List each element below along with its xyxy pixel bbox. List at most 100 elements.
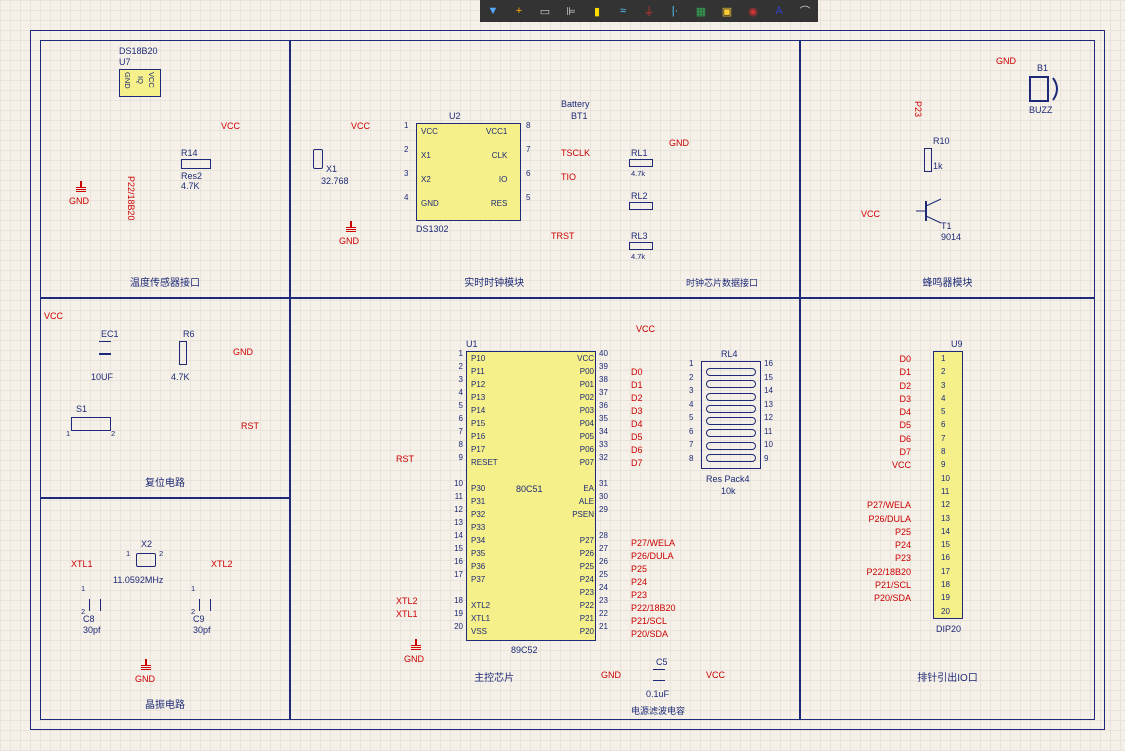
xtl1-net: XTL1 — [396, 609, 418, 619]
pin-res: RES — [486, 199, 507, 223]
r6-val: 4.7K — [171, 372, 190, 382]
c5-val: 0.1uF — [646, 689, 669, 699]
pin-x1: X1 — [421, 151, 439, 175]
rl3-val: 4.7k — [631, 252, 645, 261]
pin-iq: IQ — [136, 76, 145, 84]
rect-icon[interactable]: ▭ — [536, 2, 554, 20]
c8-pin2: 2 — [81, 607, 85, 616]
pn-1: 1 — [404, 121, 408, 145]
crosshair-icon[interactable]: + — [510, 2, 528, 20]
c8-cap — [89, 599, 101, 611]
ds1302-label: DS1302 — [416, 224, 449, 234]
gnd-symbol — [76, 181, 86, 193]
c9-pin1: 1 — [191, 584, 195, 593]
gnd-mcu-label: GND — [404, 654, 424, 664]
comp-label: DS18B20 — [119, 46, 158, 56]
rtc-pn-right: 8 7 6 5 — [526, 121, 530, 217]
mcu-pn-left: 1234567891011121314151617181920 — [451, 349, 463, 635]
gnd-mcu — [411, 639, 421, 651]
wave-icon[interactable]: ≈ — [614, 2, 632, 20]
schematic-canvas: DS18B20 U7 GND IQ VCC GND VCC R14 Res2 4… — [0, 0, 1125, 751]
rl1-ref: RL1 — [631, 148, 648, 158]
pin-vcc: VCC — [147, 72, 156, 88]
buzzer-symbol — [1029, 76, 1049, 102]
arc-icon[interactable]: ⌒ — [796, 2, 814, 20]
header-type: DIP20 — [936, 624, 961, 634]
pin-gnd: GND — [421, 199, 439, 223]
mcu-module: U1 80C51 89C52 P10P11P12P13P14P15P16P17R… — [290, 298, 800, 720]
r10-val: 1k — [933, 161, 943, 171]
toolbar: ▼ + ▭ ⊫ ▮ ≈ ⏚ |· ▦ ▣ ◉ A ⌒ — [480, 0, 818, 22]
vcc-filt: VCC — [706, 670, 725, 680]
ref-label: U7 — [119, 57, 131, 67]
vcc-label: VCC — [221, 121, 240, 131]
rl2-res — [629, 202, 653, 210]
chip-icon[interactable]: ▮ — [588, 2, 606, 20]
data-title: 时钟芯片数据接口 — [686, 276, 758, 289]
t1-type: 9014 — [941, 232, 961, 242]
xtl1-net: XTL1 — [71, 559, 93, 569]
pn-7: 7 — [526, 145, 530, 169]
mcu-nets-d: D0D1D2D3D4D5D6D7 — [631, 354, 643, 471]
pin-vcc1: VCC1 — [486, 127, 507, 151]
rtc-title: 实时时钟模块 — [464, 274, 524, 289]
header-pins: 1234567891011121314151617181920 — [941, 354, 950, 620]
net-p23: P23 — [913, 101, 923, 117]
c8-pin1: 1 — [81, 584, 85, 593]
xtal-pin2: 2 — [159, 549, 163, 558]
r14-type: Res2 — [181, 171, 202, 181]
header-module: U9 D0D1D2D3D4D5D6D7VCCP27/WELAP26/DULAP2… — [800, 298, 1095, 720]
xtl2-net: XTL2 — [211, 559, 233, 569]
vcc-rtc: VCC — [351, 121, 370, 131]
mcu-title: 主控芯片 — [474, 669, 514, 684]
letter-a-icon[interactable]: A — [770, 2, 788, 20]
c9-val: 30pf — [193, 625, 211, 635]
rl1-val: 4.7k — [631, 169, 645, 178]
net-rst: RST — [241, 421, 259, 431]
ds18b20-chip: GND IQ VCC — [119, 69, 161, 97]
rl3-ref: RL3 — [631, 231, 648, 241]
ec1-ref: EC1 — [101, 329, 119, 339]
pin-gnd: GND — [123, 72, 132, 89]
circle-a-icon[interactable]: ◉ — [744, 2, 762, 20]
render-icon[interactable]: ▦ — [692, 2, 710, 20]
c9-pin2: 2 — [191, 607, 195, 616]
pin-io: IO — [486, 175, 507, 199]
rl1-res — [629, 159, 653, 167]
r14-val: 4.7K — [181, 181, 200, 191]
c8-val: 30pf — [83, 625, 101, 635]
gnd-buz: GND — [996, 56, 1016, 66]
filter-icon[interactable]: ▼ — [484, 2, 502, 20]
align-icon[interactable]: ⊫ — [562, 2, 580, 20]
net-tsclk: TSCLK — [561, 148, 590, 158]
gnd-rtc-label: GND — [339, 236, 359, 246]
u1-ref: U1 — [466, 339, 478, 349]
gnd-xtal-label: GND — [135, 674, 155, 684]
u9-ref: U9 — [951, 339, 963, 349]
rst-net: RST — [396, 454, 414, 464]
sw-pin2: 2 — [111, 429, 115, 438]
header-title: 排针引出IO口 — [917, 669, 978, 684]
mcu-pins-right: VCCP00P01P02P03P04P05P06P07EAALEPSENP27P… — [566, 354, 594, 640]
s1-ref: S1 — [76, 404, 87, 414]
gnd-icon[interactable]: ⏚ — [640, 2, 658, 20]
ruler-icon[interactable]: |· — [666, 2, 684, 20]
r10-res — [924, 148, 932, 172]
gnd-rst: GND — [233, 347, 253, 357]
rtc-pn-left: 1 2 3 4 — [404, 121, 408, 217]
header-nets: D0D1D2D3D4D5D6D7VCCP27/WELAP26/DULAP25P2… — [831, 354, 911, 620]
gnd-label: GND — [69, 196, 89, 206]
respack-body — [701, 361, 761, 469]
r14-res — [181, 159, 211, 169]
note-icon[interactable]: ▣ — [718, 2, 736, 20]
c5-cap — [653, 669, 665, 681]
gnd-bat: GND — [669, 138, 689, 148]
rtc-pins-right: VCC1 CLK IO RES — [486, 127, 507, 223]
rl4-ref: RL4 — [721, 349, 738, 359]
transistor-symbol — [916, 196, 946, 226]
reset-module: VCC EC1 10UF R6 4.7K GND S1 1 2 RST 复位电路 — [40, 298, 290, 498]
respack-pn-right: 161514131211109 — [764, 359, 773, 467]
pn-2: 2 — [404, 145, 408, 169]
rl3-res — [629, 242, 653, 250]
gnd-filt: GND — [601, 670, 621, 680]
